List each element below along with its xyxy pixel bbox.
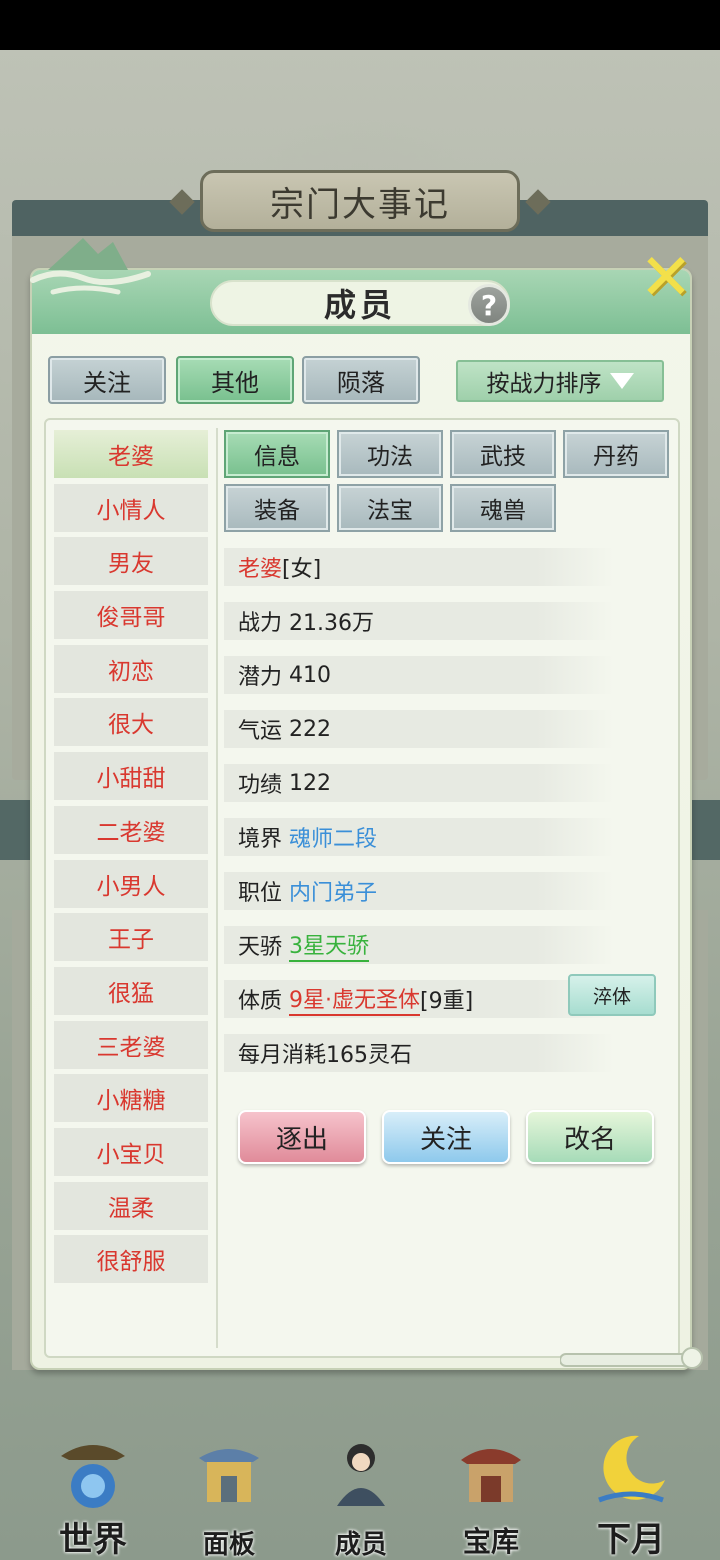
list-item[interactable]: 二老婆 — [54, 805, 208, 854]
status-bar — [0, 0, 720, 50]
realm-value: 魂师二段 — [289, 827, 378, 852]
bottom-nav: 世界 面板 成员 宝库 下月 — [0, 1420, 720, 1560]
talent-label: 天骄 — [238, 935, 283, 960]
world-icon — [61, 1445, 125, 1508]
list-item[interactable]: 俊哥哥 — [54, 591, 208, 640]
position-value: 内门弟子 — [289, 881, 378, 906]
tab-info[interactable]: 信息 — [224, 430, 330, 478]
list-item[interactable]: 很大 — [54, 698, 208, 747]
physique-row: 体质 9星·虚无圣体 [9重] — [224, 980, 614, 1018]
tab-soul-beasts[interactable]: 魂兽 — [450, 484, 556, 532]
realm-label: 境界 — [238, 827, 283, 852]
nav-label-treasury: 宝库 — [462, 1525, 519, 1558]
dialog-title: 成员 — [210, 280, 510, 326]
tab-treasures[interactable]: 法宝 — [337, 484, 443, 532]
position-row: 职位 内门弟子 — [224, 872, 614, 910]
scroll-decoration — [560, 1347, 703, 1369]
list-item[interactable]: 初恋 — [54, 644, 208, 693]
tab-fallen[interactable]: 陨落 — [302, 356, 420, 404]
potential-row: 潜力 410 — [224, 656, 614, 694]
list-item[interactable]: 很猛 — [54, 966, 208, 1015]
list-item[interactable]: 老婆 — [54, 430, 208, 478]
follow-button[interactable]: 关注 — [382, 1110, 510, 1164]
kick-button[interactable]: 逐出 — [238, 1110, 366, 1164]
close-icon[interactable]: ✕ — [634, 246, 698, 310]
power-value: 21.36万 — [289, 611, 374, 636]
talent-row: 天骄 3星天骄 — [224, 926, 614, 964]
nav-next-month[interactable]: 下月 — [566, 1420, 696, 1560]
nav-label-members: 成员 — [334, 1530, 387, 1560]
list-item[interactable]: 很舒服 — [54, 1235, 208, 1284]
member-name: 老婆 — [238, 557, 283, 582]
monthly-cost-row: 每月消耗165灵石 — [224, 1034, 614, 1072]
monthly-cost: 每月消耗165灵石 — [238, 1043, 412, 1068]
tab-techniques[interactable]: 功法 — [337, 430, 443, 478]
power-label: 战力 — [238, 611, 283, 636]
chevron-down-icon — [609, 373, 634, 389]
list-item[interactable]: 小男人 — [54, 859, 208, 908]
potential-label: 潜力 — [238, 665, 283, 690]
members-icon — [337, 1444, 385, 1506]
sort-label: 按战力排序 — [486, 371, 602, 397]
position-label: 职位 — [238, 881, 283, 906]
moon-icon — [598, 1435, 665, 1503]
event-log-title: 宗门大事记 — [200, 170, 520, 232]
cloud-decoration — [30, 238, 151, 295]
nav-members[interactable]: 成员 — [296, 1420, 426, 1560]
nav-panel[interactable]: 面板 — [164, 1420, 294, 1560]
tab-martial-skills[interactable]: 武技 — [450, 430, 556, 478]
list-item[interactable]: 小宝贝 — [54, 1127, 208, 1176]
nav-label-world: 世界 — [59, 1520, 127, 1560]
nav-label-next-month: 下月 — [597, 1520, 665, 1560]
temper-body-button[interactable]: 淬体 — [568, 974, 656, 1016]
members-dialog: 成员 ? 关注 其他 陨落 按战力排序 老婆 小情人 男友 俊哥哥 初恋 很大 … — [30, 268, 692, 1370]
list-item[interactable]: 男友 — [54, 537, 208, 586]
nav-world[interactable]: 世界 — [28, 1420, 158, 1560]
list-divider — [216, 428, 218, 1348]
list-item[interactable]: 王子 — [54, 913, 208, 962]
panel-icon — [199, 1449, 259, 1502]
tab-others[interactable]: 其他 — [176, 356, 294, 404]
treasury-icon — [461, 1449, 521, 1502]
merit-row: 功绩 122 — [224, 764, 614, 802]
merit-label: 功绩 — [238, 773, 283, 798]
physique-level: [9重] — [420, 989, 474, 1014]
nav-label-panel: 面板 — [202, 1530, 255, 1560]
help-icon[interactable]: ? — [468, 284, 510, 326]
member-name-row: 老婆 [女] — [224, 548, 614, 586]
luck-value: 222 — [289, 716, 332, 742]
list-item[interactable]: 三老婆 — [54, 1020, 208, 1069]
member-gender: [女] — [282, 557, 322, 582]
talent-value[interactable]: 3星天骄 — [289, 928, 370, 962]
power-row: 战力 21.36万 — [224, 602, 614, 640]
tab-pills[interactable]: 丹药 — [563, 430, 669, 478]
list-item[interactable]: 小情人 — [54, 483, 208, 532]
list-item[interactable]: 小甜甜 — [54, 752, 208, 801]
member-list: 老婆 小情人 男友 俊哥哥 初恋 很大 小甜甜 二老婆 小男人 王子 很猛 三老… — [54, 430, 210, 1289]
tab-equipment[interactable]: 装备 — [224, 484, 330, 532]
members-content: 老婆 小情人 男友 俊哥哥 初恋 很大 小甜甜 二老婆 小男人 王子 很猛 三老… — [44, 418, 680, 1358]
list-item[interactable]: 小糖糖 — [54, 1074, 208, 1123]
merit-value: 122 — [289, 770, 332, 796]
tab-following[interactable]: 关注 — [48, 356, 166, 404]
rename-button[interactable]: 改名 — [526, 1110, 654, 1164]
realm-row: 境界 魂师二段 — [224, 818, 614, 856]
physique-label: 体质 — [238, 989, 283, 1014]
list-item[interactable]: 温柔 — [54, 1181, 208, 1230]
luck-row: 气运 222 — [224, 710, 614, 748]
potential-value: 410 — [289, 662, 332, 688]
physique-value[interactable]: 9星·虚无圣体 — [289, 982, 421, 1016]
luck-label: 气运 — [238, 719, 283, 744]
nav-treasury[interactable]: 宝库 — [426, 1420, 556, 1560]
sort-dropdown[interactable]: 按战力排序 — [456, 360, 664, 402]
